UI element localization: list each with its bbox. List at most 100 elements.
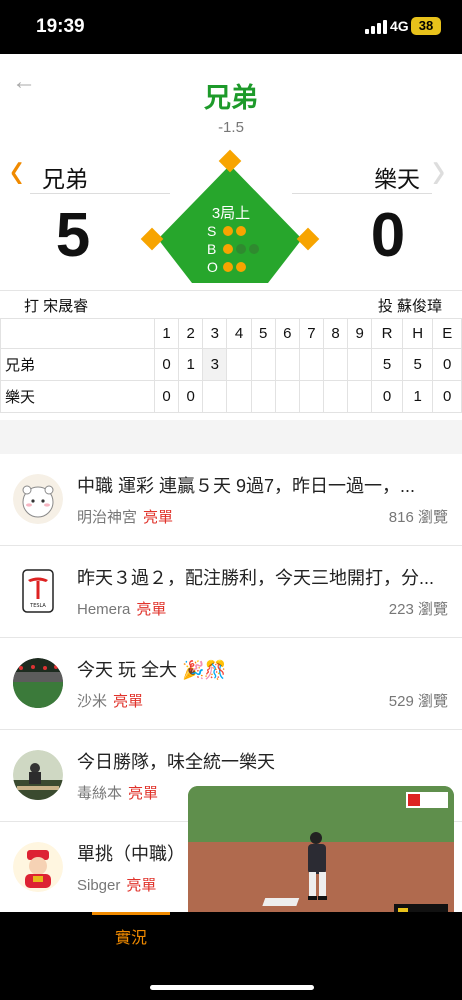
post-author: Sibger 亮單 bbox=[77, 874, 156, 895]
god-of-wealth-avatar-icon bbox=[13, 842, 63, 892]
score-cell bbox=[250, 348, 276, 381]
score-cell bbox=[322, 380, 349, 413]
post-badge: 亮單 bbox=[126, 877, 157, 894]
first-base-icon bbox=[296, 227, 320, 251]
score-cell bbox=[274, 380, 300, 413]
ball-dot bbox=[236, 244, 246, 254]
battery-icon: 38 bbox=[411, 17, 441, 35]
line-score-header: 1 2 3 4 5 6 7 8 9 R H E bbox=[0, 318, 462, 349]
post-author: 明治神宮 亮單 bbox=[77, 506, 173, 527]
runs-cell: 0 bbox=[371, 380, 403, 413]
ball-count: B bbox=[207, 241, 262, 257]
next-game-chevron-icon[interactable]: › bbox=[432, 139, 445, 202]
section-gap bbox=[0, 420, 462, 454]
network-type: 4G bbox=[390, 18, 409, 34]
status-time: 19:39 bbox=[36, 16, 85, 37]
inning-header: 9 bbox=[347, 318, 373, 349]
hits-cell: 5 bbox=[401, 348, 434, 381]
inning-header: 1 bbox=[153, 318, 180, 349]
post-title: 今天 玩 全大 🎉🎊 bbox=[77, 660, 227, 680]
stadium-avatar-icon bbox=[13, 658, 63, 708]
post-author: Hemera 亮單 bbox=[77, 598, 166, 619]
post-badge: 亮單 bbox=[113, 693, 144, 710]
errors-cell: 0 bbox=[432, 380, 462, 413]
score-cell bbox=[250, 380, 276, 413]
second-base-icon bbox=[218, 149, 242, 173]
author-name: 毒絲本 bbox=[77, 785, 123, 802]
author-name: Hemera bbox=[77, 601, 131, 618]
status-bar: 19:39 4G 38 bbox=[0, 0, 462, 54]
table-row: 兄弟 0 1 3 5 5 0 bbox=[0, 348, 462, 381]
errors-header: E bbox=[432, 318, 462, 349]
runs-cell: 5 bbox=[371, 348, 403, 381]
corner-cell bbox=[0, 318, 155, 349]
view-count: 223 瀏覽 bbox=[388, 601, 448, 618]
view-count: 816 瀏覽 bbox=[388, 509, 448, 526]
author-name: 沙米 bbox=[77, 693, 108, 710]
list-item[interactable]: TESLA 昨天３過２，配注勝利，今天三地開打，分... Hemera 亮單 22… bbox=[0, 546, 462, 638]
home-team-name: 樂天 bbox=[374, 166, 420, 192]
score-cell bbox=[347, 380, 373, 413]
score-cell bbox=[274, 348, 300, 381]
list-item[interactable]: 今天 玩 全大 🎉🎊 沙米 亮單 529 瀏覽 bbox=[0, 638, 462, 730]
score-cell bbox=[347, 348, 373, 381]
score-cell: 3 bbox=[202, 348, 228, 381]
strike-label: S bbox=[207, 223, 217, 239]
author-name: Sibger bbox=[77, 877, 121, 894]
inning-header: 5 bbox=[250, 318, 276, 349]
line-score-table: 1 2 3 4 5 6 7 8 9 R H E 兄弟 0 1 3 5 5 0 樂… bbox=[0, 318, 462, 413]
inning-header: 7 bbox=[298, 318, 324, 349]
post-title: 中職 運彩 連贏５天 9過7，昨日一過一，... bbox=[77, 476, 416, 496]
post-badge: 亮單 bbox=[128, 785, 159, 802]
post-title: 今日勝隊，味全統一樂天 bbox=[77, 752, 275, 772]
runs-header: R bbox=[371, 318, 403, 349]
spread-value: -1.5 bbox=[218, 119, 244, 136]
inning-header: 2 bbox=[178, 318, 204, 349]
post-title: 昨天３過２，配注勝利，今天三地開打，分... bbox=[77, 568, 435, 588]
away-team-name: 兄弟 bbox=[42, 166, 88, 192]
out-count: O bbox=[207, 259, 249, 275]
inning-header: 4 bbox=[226, 318, 252, 349]
ball-label: B bbox=[207, 241, 217, 257]
score-cell bbox=[298, 348, 324, 381]
pitcher-label: 投 蘇俊璋 bbox=[377, 298, 442, 315]
out-label: O bbox=[207, 259, 218, 275]
page-title: 兄弟 bbox=[204, 83, 258, 113]
batter-label: 打 宋晟睿 bbox=[24, 298, 89, 315]
post-badge: 亮單 bbox=[143, 509, 174, 526]
score-cell bbox=[322, 348, 349, 381]
hits-cell: 1 bbox=[401, 380, 434, 413]
out-dot bbox=[236, 262, 246, 272]
hits-header: H bbox=[401, 318, 434, 349]
score-cell: 0 bbox=[178, 380, 204, 413]
score-cell bbox=[298, 380, 324, 413]
ball-dot bbox=[249, 244, 259, 254]
tab-live[interactable]: 實況 bbox=[92, 912, 170, 964]
list-item[interactable]: 中職 運彩 連贏５天 9過7，昨日一過一，... 明治神宮 亮單 816 瀏覽 bbox=[0, 454, 462, 546]
tesla-logo-icon: TESLA bbox=[13, 566, 63, 616]
score-cell: 0 bbox=[153, 380, 180, 413]
inning-label: 3局上 bbox=[211, 205, 251, 222]
post-author: 沙米 亮單 bbox=[77, 690, 143, 711]
score-cell bbox=[226, 380, 252, 413]
score-cell bbox=[226, 348, 252, 381]
prev-game-chevron-icon[interactable]: ‹ bbox=[10, 139, 23, 202]
home-indicator bbox=[150, 985, 314, 990]
matchup-row: 打 宋晟睿 投 蘇俊璋 bbox=[0, 290, 462, 318]
strike-dot bbox=[223, 226, 233, 236]
ball-dot bbox=[223, 244, 233, 254]
score-cell: 1 bbox=[178, 348, 204, 381]
third-base-icon bbox=[140, 227, 164, 251]
score-cell: 0 bbox=[153, 348, 180, 381]
author-name: 明治神宮 bbox=[77, 509, 138, 526]
out-dot bbox=[223, 262, 233, 272]
errors-cell: 0 bbox=[432, 348, 462, 381]
post-badge: 亮單 bbox=[136, 601, 167, 618]
bench-avatar-icon bbox=[13, 750, 63, 800]
view-count: 529 瀏覽 bbox=[388, 693, 448, 710]
team-cell: 樂天 bbox=[0, 380, 155, 413]
base-bag bbox=[262, 898, 300, 906]
table-row: 樂天 0 0 0 1 0 bbox=[0, 380, 462, 413]
chiikawa-avatar-icon bbox=[13, 474, 63, 524]
post-author: 毒絲本 亮單 bbox=[77, 782, 158, 803]
